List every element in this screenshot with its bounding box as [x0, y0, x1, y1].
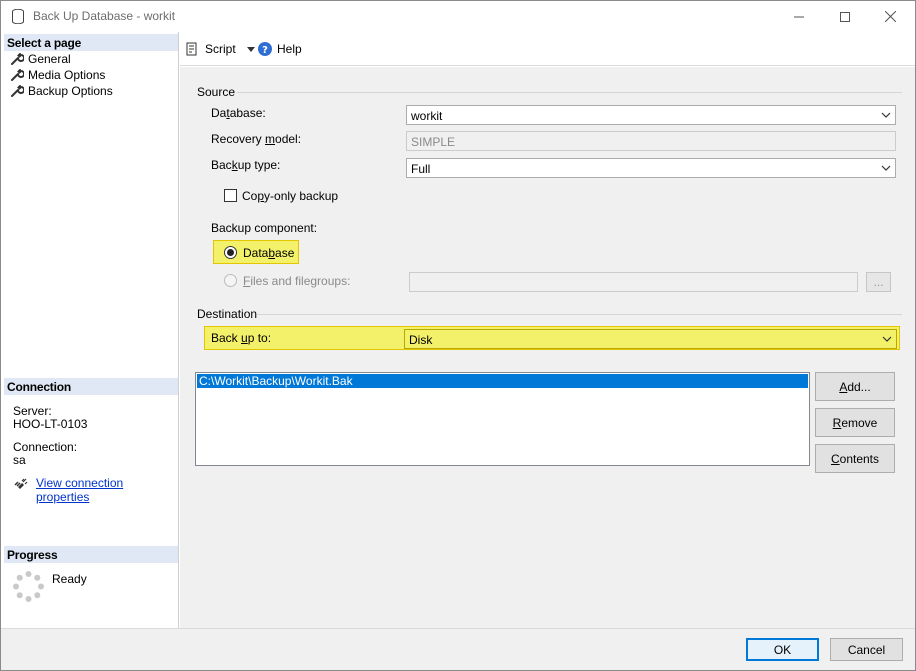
page-item-backup-options[interactable]: Backup Options — [10, 83, 113, 99]
copy-only-checkbox[interactable] — [224, 189, 237, 202]
page-item-label: General — [28, 52, 71, 66]
chevron-down-icon — [881, 112, 891, 118]
close-icon — [884, 11, 896, 22]
minimize-button[interactable] — [776, 1, 822, 32]
connection-label: Connection: — [13, 440, 78, 454]
wrench-icon — [11, 53, 24, 65]
svg-text:?: ? — [262, 45, 268, 56]
help-label: Help — [277, 42, 302, 56]
database-icon — [12, 9, 24, 24]
connection-header: Connection — [4, 378, 178, 395]
wrench-icon — [11, 85, 24, 97]
files-browse-button[interactable]: ... — [866, 272, 891, 292]
recovery-model-label: Recovery model: — [211, 132, 302, 146]
add-destination-button[interactable]: Add... — [815, 372, 895, 401]
backup-component-label: Backup component: — [211, 221, 318, 235]
help-icon: ? — [258, 42, 272, 56]
backup-type-select-value: Full — [411, 162, 431, 176]
chevron-down-icon — [881, 165, 891, 171]
destination-list[interactable]: C:\Workit\Backup\Workit.Bak — [195, 372, 810, 466]
server-label: Server: — [13, 404, 52, 418]
ok-button[interactable]: OK — [746, 638, 819, 661]
source-group-title: Source — [197, 85, 236, 99]
back-up-to-select[interactable]: Disk — [404, 329, 897, 349]
cancel-button[interactable]: Cancel — [830, 638, 903, 661]
toolbar: Script ? Help — [180, 32, 915, 66]
destination-list-item[interactable]: C:\Workit\Backup\Workit.Bak — [197, 374, 808, 388]
help-button[interactable]: ? Help — [258, 41, 302, 57]
window-title: Back Up Database - workit — [33, 9, 176, 23]
title-bar: Back Up Database - workit — [1, 1, 915, 32]
page-item-general[interactable]: General — [10, 51, 71, 67]
back-up-to-label: Back up to: — [211, 331, 272, 345]
destination-divider — [257, 314, 902, 315]
page-item-label: Media Options — [28, 68, 106, 82]
maximize-icon — [840, 11, 850, 22]
database-radio[interactable] — [224, 246, 237, 259]
backup-type-select[interactable]: Full — [406, 158, 896, 178]
recovery-model-value: SIMPLE — [411, 135, 456, 149]
dialog-footer: OK Cancel — [1, 628, 915, 670]
script-icon — [186, 42, 197, 56]
wrench-icon — [11, 69, 24, 81]
spinner-icon — [13, 571, 44, 602]
page-item-label: Backup Options — [28, 84, 113, 98]
left-pane: Select a page General Media Options Back… — [4, 32, 179, 628]
view-connection-properties-link[interactable]: View connection properties — [36, 476, 178, 504]
database-label: Database: — [211, 106, 266, 120]
maximize-button[interactable] — [822, 1, 868, 32]
backup-dialog-window: Back Up Database - workit Select a page … — [0, 0, 916, 671]
remove-destination-button[interactable]: Remove — [815, 408, 895, 437]
page-item-media-options[interactable]: Media Options — [10, 67, 105, 83]
server-value: HOO-LT-0103 — [13, 417, 88, 431]
script-button[interactable]: Script — [186, 41, 255, 57]
script-label: Script — [205, 42, 236, 56]
progress-status: Ready — [52, 572, 87, 586]
database-select[interactable]: workit — [406, 105, 896, 125]
files-filegroups-label: Files and filegroups: — [243, 274, 351, 288]
database-radio-label: Database — [243, 246, 295, 260]
chevron-down-icon — [882, 336, 892, 342]
contents-button[interactable]: Contents — [815, 444, 895, 473]
select-page-header: Select a page — [4, 34, 178, 51]
minimize-icon — [794, 16, 804, 17]
files-filegroups-radio[interactable] — [224, 274, 237, 287]
general-page: Source Database: workit Recovery model: … — [180, 67, 915, 628]
progress-header: Progress — [4, 546, 178, 563]
files-filegroups-field — [409, 272, 858, 292]
copy-only-label: Copy-only backup — [242, 189, 339, 203]
back-up-to-select-value: Disk — [409, 333, 433, 347]
recovery-model-field: SIMPLE — [406, 131, 896, 151]
plug-icon — [14, 478, 28, 489]
database-select-value: workit — [411, 109, 443, 123]
chevron-down-icon — [246, 46, 255, 52]
destination-group-title: Destination — [197, 307, 258, 321]
connection-value: sa — [13, 453, 26, 467]
backup-type-label: Backup type: — [211, 158, 281, 172]
source-divider — [237, 92, 902, 93]
close-button[interactable] — [867, 1, 913, 32]
